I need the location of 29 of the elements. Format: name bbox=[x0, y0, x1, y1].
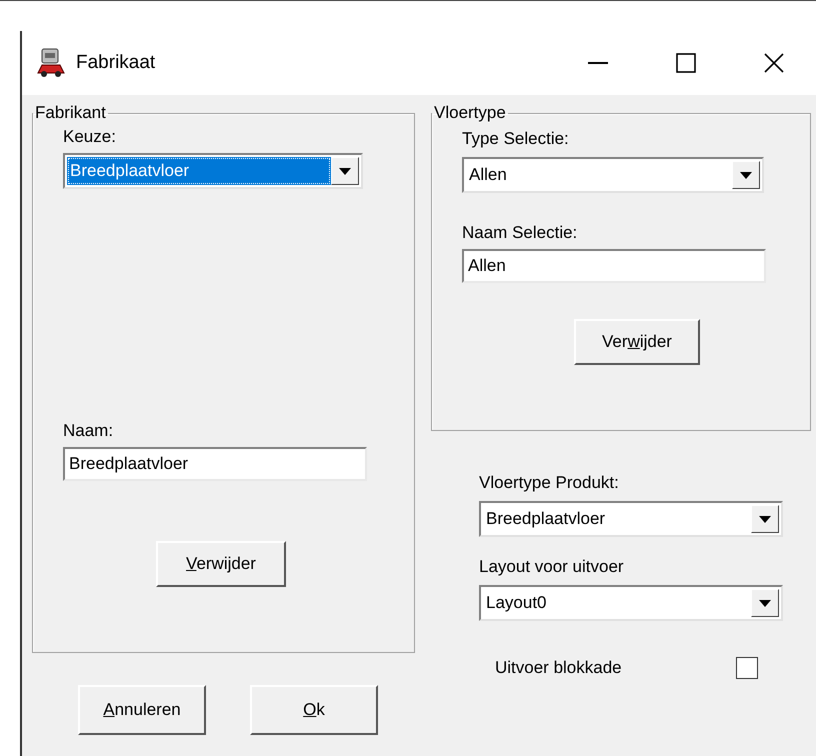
field-label: Vloertype Produkt: bbox=[479, 473, 620, 493]
window-title: Fabrikaat bbox=[76, 52, 156, 74]
vloertype.type.focused[interactable]: Allen bbox=[462, 157, 764, 193]
dialog-button[interactable]: Annuleren bbox=[78, 685, 206, 735]
checkbox-label: Uitvoer blokkade bbox=[495, 658, 623, 678]
naam-field[interactable]: Breedplaatvloer bbox=[63, 447, 367, 481]
dropdown-arrow-icon bbox=[759, 600, 771, 606]
dropdown-arrow-icon bbox=[759, 516, 771, 522]
naam-selectie-field[interactable]: Allen bbox=[462, 249, 766, 283]
maximize-icon bbox=[676, 53, 696, 73]
field-label: Naam Selectie: bbox=[462, 223, 578, 243]
dropdown-arrow-icon bbox=[339, 168, 351, 174]
checkbox[interactable] bbox=[736, 657, 758, 679]
fabrikant.keuze.focused[interactable]: Breedplaatvloer bbox=[63, 153, 363, 189]
delete-button[interactable]: Verwijder bbox=[156, 541, 286, 587]
field-label: Naam: bbox=[63, 421, 114, 441]
field-label: Keuze: bbox=[63, 127, 117, 147]
field-label: Layout voor uitvoer bbox=[479, 557, 625, 577]
delete-button[interactable]: Verwijder bbox=[574, 319, 700, 365]
dropdown-arrow-icon bbox=[740, 172, 752, 178]
produkt.focused[interactable]: Breedplaatvloer bbox=[479, 501, 783, 537]
group-title: Fabrikant bbox=[34, 103, 107, 123]
field-label: Type Selectie: bbox=[462, 129, 570, 149]
layout.focused[interactable]: Layout0 bbox=[479, 585, 783, 621]
dialog-button[interactable]: Ok bbox=[250, 685, 378, 735]
close-icon bbox=[764, 53, 784, 73]
group-title: Vloertype bbox=[433, 103, 507, 123]
car-icon bbox=[36, 47, 66, 79]
minimize-icon bbox=[588, 62, 608, 64]
